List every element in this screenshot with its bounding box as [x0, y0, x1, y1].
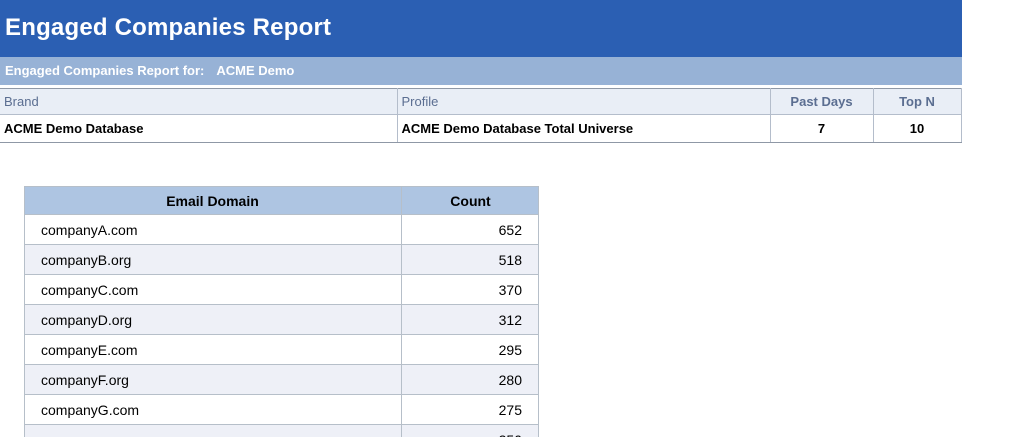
- profile-value: ACME Demo Database Total Universe: [397, 115, 770, 143]
- table-row: companyB.org 518: [25, 245, 539, 275]
- count-cell: 250: [402, 425, 539, 437]
- report-subbanner: Engaged Companies Report for: ACME Demo: [0, 57, 962, 85]
- table-row: companyD.org 312: [25, 305, 539, 335]
- subbanner-label: Engaged Companies Report for:: [5, 63, 204, 78]
- email-domain-cell: companyB.org: [25, 245, 402, 275]
- count-cell: 312: [402, 305, 539, 335]
- count-cell: 370: [402, 275, 539, 305]
- email-domain-cell: companyC.com: [25, 275, 402, 305]
- table-row-partial: 250: [25, 425, 539, 437]
- column-header-count: Count: [402, 187, 539, 215]
- count-cell: 275: [402, 395, 539, 425]
- subbanner-value: ACME Demo: [216, 63, 294, 78]
- table-row: companyA.com 652: [25, 215, 539, 245]
- email-domain-cell: [25, 425, 402, 437]
- column-header-email-domain: Email Domain: [25, 187, 402, 215]
- email-domain-cell: companyA.com: [25, 215, 402, 245]
- table-row: companyF.org 280: [25, 365, 539, 395]
- email-domain-cell: companyF.org: [25, 365, 402, 395]
- params-data-row: ACME Demo Database ACME Demo Database To…: [0, 115, 961, 143]
- past-days-value: 7: [770, 115, 873, 143]
- results-header-row: Email Domain Count: [25, 187, 539, 215]
- params-header-row: Brand Profile Past Days Top N: [0, 89, 961, 115]
- count-cell: 280: [402, 365, 539, 395]
- engaged-companies-table: Email Domain Count companyA.com 652 comp…: [24, 186, 539, 437]
- email-domain-cell: companyG.com: [25, 395, 402, 425]
- column-header-past-days: Past Days: [770, 89, 873, 115]
- table-row: companyG.com 275: [25, 395, 539, 425]
- column-header-profile: Profile: [397, 89, 770, 115]
- top-n-value: 10: [873, 115, 961, 143]
- report-params-table: Brand Profile Past Days Top N ACME Demo …: [0, 88, 962, 143]
- email-domain-cell: companyD.org: [25, 305, 402, 335]
- report-page: Engaged Companies Report Engaged Compani…: [0, 0, 1022, 437]
- column-header-top-n: Top N: [873, 89, 961, 115]
- count-cell: 652: [402, 215, 539, 245]
- report-banner: Engaged Companies Report: [0, 0, 962, 57]
- table-row: companyC.com 370: [25, 275, 539, 305]
- page-title: Engaged Companies Report: [5, 14, 962, 43]
- brand-value: ACME Demo Database: [0, 115, 397, 143]
- column-header-brand: Brand: [0, 89, 397, 115]
- email-domain-cell: companyE.com: [25, 335, 402, 365]
- count-cell: 295: [402, 335, 539, 365]
- count-cell: 518: [402, 245, 539, 275]
- table-row: companyE.com 295: [25, 335, 539, 365]
